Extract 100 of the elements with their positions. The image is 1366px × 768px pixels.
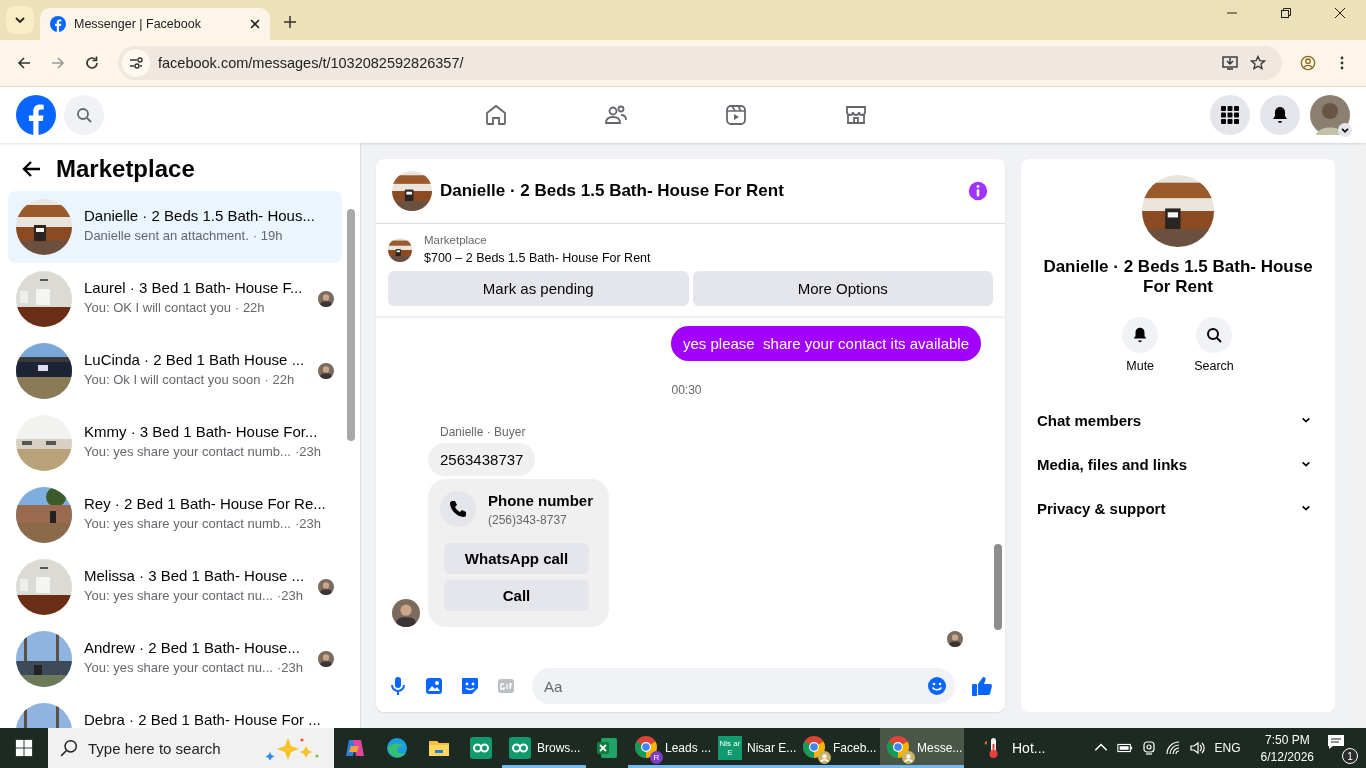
section-header[interactable]: Media, files and links bbox=[1029, 442, 1327, 486]
conversation-title: Kmmy · 3 Bed 1 Bath- House For... bbox=[84, 423, 319, 440]
search-icon bbox=[76, 107, 92, 123]
listing-source: Marketplace bbox=[424, 234, 488, 246]
store-icon[interactable] bbox=[844, 103, 868, 127]
timestamp: · 22h bbox=[234, 300, 265, 315]
profile-badge-icon bbox=[818, 751, 831, 764]
tab-search-button[interactable] bbox=[6, 6, 34, 34]
facebook-logo[interactable] bbox=[16, 95, 56, 135]
section-title: Privacy & support bbox=[1037, 499, 1166, 517]
call-button[interactable]: WhatsApp call bbox=[444, 543, 589, 574]
url-text: facebook.com/messages/t/1032082592826357/ bbox=[158, 55, 464, 71]
conversation-title: Danielle · 2 Beds 1.5 Bath- House For Rent bbox=[440, 181, 784, 201]
chevron-down-icon[interactable] bbox=[1338, 123, 1352, 137]
section-header[interactable]: Chat members bbox=[1029, 398, 1327, 442]
language-indicator[interactable]: ENG bbox=[1214, 741, 1241, 755]
timestamp: ·23h bbox=[276, 660, 303, 675]
grid-icon bbox=[1221, 106, 1239, 124]
sticker-icon[interactable] bbox=[460, 676, 480, 696]
taskbar-search-field[interactable]: Type here to search bbox=[48, 728, 334, 768]
message-bubble: 2563438737 bbox=[428, 443, 536, 476]
message-input[interactable]: Aa bbox=[532, 668, 955, 704]
conversation-item[interactable]: Andrew · 2 Bed 1 Bath- House... You: yes share your contact nu... ·23h bbox=[8, 623, 342, 695]
restore-icon[interactable] bbox=[1280, 7, 1292, 19]
conversation-item[interactable]: Rey · 2 Bed 1 Bath- House For Re... You: yes share your contact numb... ·23h bbox=[8, 479, 342, 551]
message-bubble: yes please share your contact its available bbox=[671, 326, 981, 361]
search-icon bbox=[1206, 327, 1222, 343]
app-icon bbox=[508, 736, 532, 760]
notifications-button[interactable]: 1 bbox=[1326, 732, 1358, 764]
conversation-item[interactable]: Melissa · 3 Bed 1 Bath- House ... You: yes share your contact nu... ·23h bbox=[8, 551, 342, 623]
section-header[interactable]: Privacy & support bbox=[1029, 486, 1327, 530]
conversation-title: Rey · 2 Bed 1 Bath- House For Re... bbox=[84, 495, 327, 512]
back-arrow-icon[interactable] bbox=[22, 159, 42, 179]
image-icon[interactable] bbox=[424, 676, 444, 696]
conversation-title: Debra · 2 Bed 1 Bath- House For ... bbox=[84, 711, 322, 728]
conversation-item[interactable]: Danielle · 2 Beds 1.5 Bath- Hous... Danielle sent an attachment. · 19h bbox=[8, 191, 342, 263]
listing-title: $700 – 2 Beds 1.5 Bath- House For Rent bbox=[424, 251, 651, 265]
app-label: Nisar E... bbox=[747, 741, 797, 755]
timestamp: ·23h bbox=[276, 588, 303, 603]
conversation-item[interactable]: LuCinda · 2 Bed 1 Bath House ... You: Ok I will contact you soon · 22h bbox=[8, 335, 342, 407]
message-preview: You: OK I will contact you bbox=[84, 300, 231, 315]
bell-icon bbox=[1270, 105, 1290, 125]
friends-icon[interactable] bbox=[604, 103, 628, 127]
emoji-icon[interactable] bbox=[927, 676, 947, 696]
timestamp: · 22h bbox=[264, 372, 295, 387]
timestamp: 00:30 bbox=[671, 383, 702, 397]
message-preview: You: yes share your contact numb... bbox=[84, 516, 291, 531]
message-preview: You: yes share your contact numb... bbox=[84, 444, 291, 459]
tab-title: Messenger | Facebook bbox=[74, 17, 202, 31]
scrollbar[interactable] bbox=[1352, 143, 1366, 728]
taskbar-app[interactable]: Messe... bbox=[880, 728, 964, 768]
microphone-icon[interactable] bbox=[388, 676, 408, 696]
taskbar-app[interactable]: Brows... bbox=[502, 728, 586, 768]
timestamp: ·23h bbox=[294, 444, 321, 459]
video-icon[interactable] bbox=[724, 103, 748, 127]
edge-icon bbox=[385, 736, 409, 760]
chevron-down-icon bbox=[14, 14, 26, 26]
timestamp: ·23h bbox=[294, 516, 321, 531]
conversation-title: Andrew · 2 Bed 1 Bath- House... bbox=[84, 639, 301, 656]
notification-count: 1 bbox=[1342, 748, 1358, 764]
chrome-icon bbox=[634, 735, 658, 759]
profile-badge: R bbox=[650, 751, 663, 764]
mute-button[interactable] bbox=[1122, 317, 1159, 353]
message-preview: You: Ok I will contact you soon bbox=[84, 372, 261, 387]
home-icon[interactable] bbox=[484, 103, 508, 127]
avatar[interactable] bbox=[1310, 95, 1350, 135]
message-icon bbox=[1326, 732, 1346, 752]
new-tab-icon[interactable] bbox=[284, 16, 296, 28]
app-icon bbox=[469, 736, 493, 760]
close-icon[interactable] bbox=[1334, 7, 1346, 19]
taskbar-app[interactable]: R Leads ... bbox=[628, 728, 712, 768]
action-label: Mute bbox=[1126, 359, 1155, 373]
app-label: Leads ... bbox=[665, 741, 712, 755]
menu-button[interactable] bbox=[1210, 95, 1250, 135]
clock[interactable]: 7:50 PM 6/12/2026 bbox=[1250, 732, 1324, 764]
app-icon: Nis ar E bbox=[718, 736, 742, 760]
app-label: Brows... bbox=[537, 741, 581, 755]
phone-number: (256)343-8737 bbox=[488, 512, 568, 527]
thumbs-up-icon[interactable] bbox=[971, 675, 993, 697]
close-icon[interactable] bbox=[250, 19, 260, 29]
browser-tab[interactable]: Messenger | Facebook bbox=[40, 8, 270, 40]
message-preview: You: yes share your contact nu... bbox=[84, 588, 273, 603]
info-icon[interactable] bbox=[967, 180, 989, 202]
chrome-icon bbox=[802, 735, 826, 759]
excel-icon bbox=[595, 736, 619, 760]
notifications-button[interactable] bbox=[1260, 95, 1300, 135]
address-field[interactable]: facebook.com/messages/t/1032082592826357/ bbox=[118, 46, 1282, 80]
listing-action-button[interactable]: Mark as pending bbox=[388, 271, 689, 306]
weather-widget[interactable]: Hot... bbox=[982, 736, 1046, 760]
call-button[interactable]: Call bbox=[444, 580, 589, 611]
conversation-item[interactable]: Kmmy · 3 Bed 1 Bath- House For... You: yes share your contact numb... ·23h bbox=[8, 407, 342, 479]
site-settings-icon[interactable] bbox=[122, 49, 150, 77]
conversation-title: Danielle · 2 Beds 1.5 Bath- Hous... bbox=[84, 207, 316, 224]
action-label: Search bbox=[1194, 359, 1234, 373]
section-title: Media, files and links bbox=[1037, 455, 1188, 473]
facebook-icon bbox=[50, 16, 66, 32]
chrome-icon bbox=[886, 735, 910, 759]
conversation-item[interactable]: Laurel · 3 Bed 1 Bath- House F... You: OK I will contact you · 22h bbox=[8, 263, 342, 335]
listing-action-button[interactable]: More Options bbox=[692, 271, 993, 306]
search-button[interactable] bbox=[1196, 317, 1232, 353]
